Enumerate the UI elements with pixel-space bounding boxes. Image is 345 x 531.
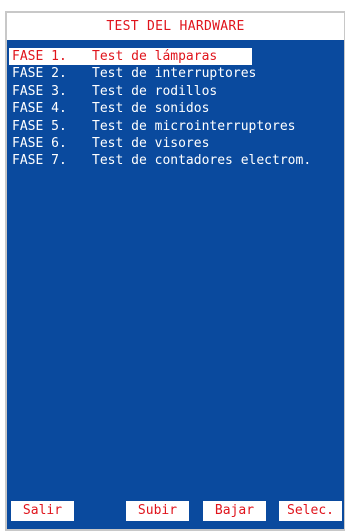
menu-item-label: Test de contadores electrom. [92,153,312,169]
menu-item-fase-2[interactable]: FASE 2. Test de interruptores [12,65,342,82]
menu-item-fase-3[interactable]: FASE 3. Test de rodillos [12,83,342,100]
menu-item-phase: FASE 6. [12,135,67,151]
menu-item-phase: FASE 1. [12,49,67,64]
menu-item-label: Test de interruptores [92,66,257,82]
menu-item-phase: FASE 3. [12,83,67,99]
menu-item-fase-7[interactable]: FASE 7. Test de contadores electrom. [12,152,342,169]
exit-button[interactable]: Salir [11,501,74,521]
menu-item-label: Test de visores [92,135,210,151]
screen-frame: TEST DEL HARDWARE FASE 1. Test de lámpar… [0,0,345,531]
up-button[interactable]: Subir [126,501,189,521]
menu-item-phase: FASE 7. [12,153,67,169]
select-button[interactable]: Selec. [279,501,342,521]
menu-item-label: Test de lámparas [92,49,218,64]
menu-item-fase-1[interactable]: FASE 1. Test de lámparas [9,48,342,65]
menu-item-label: Test de sonidos [92,101,210,117]
menu-item-phase: FASE 2. [12,66,67,82]
menu-item-fase-4[interactable]: FASE 4. Test de sonidos [12,100,342,117]
phase-menu: FASE 1. Test de lámparas FASE 2. Test de… [9,48,342,170]
menu-item-fase-6[interactable]: FASE 6. Test de visores [12,135,342,152]
menu-item-fase-5[interactable]: FASE 5. Test de microinterruptores [12,118,342,135]
menu-item-phase: FASE 5. [12,118,67,134]
main-panel: TEST DEL HARDWARE FASE 1. Test de lámpar… [5,11,345,531]
screen-title: TEST DEL HARDWARE [7,13,344,42]
menu-item-label: Test de rodillos [92,83,218,99]
down-button[interactable]: Bajar [203,501,266,521]
menu-item-phase: FASE 4. [12,101,67,117]
menu-item-label: Test de microinterruptores [92,118,296,134]
